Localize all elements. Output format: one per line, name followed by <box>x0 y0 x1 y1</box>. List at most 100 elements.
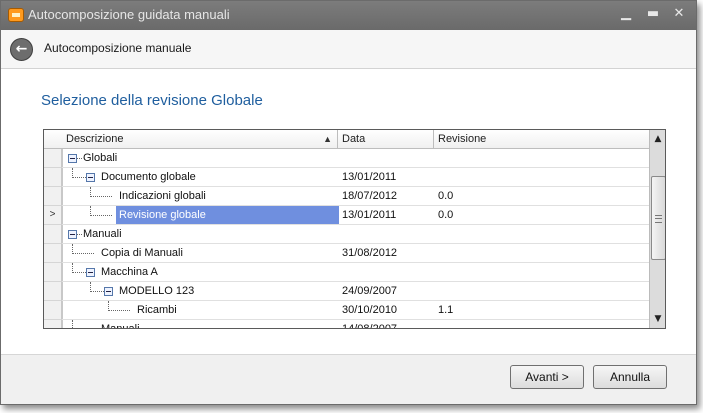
row-label: Documento globale <box>101 171 196 183</box>
revision-cell[interactable] <box>434 225 649 244</box>
description-cell[interactable]: Documento globale <box>62 168 338 187</box>
minimize-icon[interactable]: ▁ <box>615 4 637 24</box>
revision-cell[interactable] <box>434 149 649 168</box>
revision-cell[interactable] <box>434 320 649 328</box>
title-bar[interactable]: Autocomposizione guidata manuali ▁ ▬ ✕ <box>1 1 696 30</box>
description-cell[interactable]: Copia di Manuali <box>62 244 338 263</box>
tree-row[interactable]: Globali <box>44 149 649 168</box>
back-arrow-icon: ← <box>15 41 28 57</box>
date-cell[interactable]: 31/08/2012 <box>338 244 434 263</box>
revision-cell[interactable]: 0.0 <box>434 206 649 225</box>
wizard-footer: Avanti > Annulla <box>1 354 696 404</box>
revision-cell[interactable] <box>434 263 649 282</box>
row-label: Manuali <box>83 228 122 240</box>
row-indicator[interactable] <box>44 320 62 328</box>
row-indicator[interactable] <box>44 187 62 206</box>
collapse-icon[interactable] <box>68 154 77 163</box>
date-cell[interactable] <box>338 149 434 168</box>
column-header-data[interactable]: Data <box>338 130 434 149</box>
wizard-content: Selezione della revisione Globale Descri… <box>1 69 696 354</box>
description-cell[interactable]: Indicazioni globali <box>62 187 338 206</box>
row-label: Revisione globale <box>116 206 339 224</box>
row-label: Manuali <box>101 323 140 329</box>
description-cell[interactable]: Globali <box>62 149 338 168</box>
collapse-icon[interactable] <box>68 230 77 239</box>
collapse-icon[interactable] <box>86 173 95 182</box>
row-label: MODELLO 123 <box>119 285 195 297</box>
tree-row[interactable]: Ricambi 30/10/2010 1.1 <box>44 301 649 320</box>
date-cell[interactable] <box>338 225 434 244</box>
cancel-button[interactable]: Annulla <box>593 365 667 389</box>
column-header-label: Data <box>342 133 366 145</box>
revision-cell[interactable] <box>434 282 649 301</box>
page-title: Selezione della revisione Globale <box>41 92 263 109</box>
description-cell[interactable]: MODELLO 123 <box>62 282 338 301</box>
revision-cell[interactable] <box>434 168 649 187</box>
date-cell[interactable]: 30/10/2010 <box>338 301 434 320</box>
sort-ascending-icon: ▲ <box>323 134 332 144</box>
scroll-down-icon[interactable]: ▼ <box>650 311 665 327</box>
row-indicator[interactable] <box>44 301 62 320</box>
wizard-header: ← Autocomposizione manuale <box>1 30 696 69</box>
tree-connector <box>90 196 112 197</box>
date-cell[interactable] <box>338 263 434 282</box>
description-cell[interactable]: Revisione globale <box>62 206 339 225</box>
tree-connector <box>90 215 112 216</box>
row-indicator[interactable] <box>44 282 62 301</box>
tree-connector <box>72 253 94 254</box>
row-label: Macchina A <box>101 266 158 278</box>
tree-row[interactable]: Documento globale 13/01/2011 <box>44 168 649 187</box>
description-cell[interactable]: Macchina A <box>62 263 338 282</box>
row-indicator[interactable]: > <box>44 206 62 225</box>
collapse-icon[interactable] <box>86 268 95 277</box>
tree-row[interactable]: MODELLO 123 24/09/2007 <box>44 282 649 301</box>
revision-tree-grid: Descrizione ▲ Data Revisione Globali Docu… <box>43 129 666 329</box>
row-label: Indicazioni globali <box>119 190 206 202</box>
close-icon[interactable]: ✕ <box>668 4 690 24</box>
scroll-up-icon[interactable]: ▲ <box>650 131 665 147</box>
date-cell[interactable]: 18/07/2012 <box>338 187 434 206</box>
date-cell[interactable]: 13/01/2011 <box>338 168 434 187</box>
column-header-label: Revisione <box>438 133 487 145</box>
description-cell[interactable]: Manuali <box>62 225 338 244</box>
column-header-label: Descrizione <box>66 133 124 145</box>
row-indicator[interactable] <box>44 149 62 168</box>
row-indicator[interactable] <box>44 263 62 282</box>
tree-row[interactable]: > Revisione globale 13/01/2011 0.0 <box>44 206 649 225</box>
tree-row[interactable]: Manuali 14/08/2007 <box>44 320 649 329</box>
tree-row[interactable]: Macchina A <box>44 263 649 282</box>
vertical-scrollbar[interactable]: ▲ ▼ <box>649 130 665 328</box>
row-label: Globali <box>83 152 118 164</box>
row-indicator[interactable] <box>44 225 62 244</box>
column-header-descrizione[interactable]: Descrizione ▲ <box>62 130 338 149</box>
description-cell[interactable]: Ricambi <box>62 301 338 320</box>
description-cell[interactable]: Manuali <box>62 320 338 329</box>
row-label: Ricambi <box>137 304 177 316</box>
revision-cell[interactable]: 1.1 <box>434 301 649 320</box>
row-indicator[interactable] <box>44 168 62 187</box>
back-button[interactable]: ← <box>10 38 33 61</box>
header-title: Autocomposizione manuale <box>44 41 192 55</box>
tree-row[interactable]: Indicazioni globali 18/07/2012 0.0 <box>44 187 649 206</box>
column-header-revisione[interactable]: Revisione <box>434 130 649 149</box>
maximize-icon[interactable]: ▬ <box>642 4 664 24</box>
date-cell[interactable]: 13/01/2011 <box>338 206 434 225</box>
tree-row[interactable]: Copia di Manuali 31/08/2012 <box>44 244 649 263</box>
wizard-window: Autocomposizione guidata manuali ▁ ▬ ✕ ←… <box>0 0 697 405</box>
tree-row[interactable]: Manuali <box>44 225 649 244</box>
header-indicator-cell <box>44 130 63 149</box>
date-cell[interactable]: 14/08/2007 <box>338 320 434 328</box>
grip-icon <box>655 215 662 223</box>
collapse-icon[interactable] <box>104 287 113 296</box>
tree-connector <box>72 320 73 328</box>
window-title: Autocomposizione guidata manuali <box>28 7 230 22</box>
tree-connector <box>108 310 130 311</box>
next-button[interactable]: Avanti > <box>510 365 584 389</box>
row-label: Copia di Manuali <box>101 247 183 259</box>
app-icon <box>8 8 24 22</box>
revision-cell[interactable]: 0.0 <box>434 187 649 206</box>
revision-cell[interactable] <box>434 244 649 263</box>
row-indicator[interactable] <box>44 244 62 263</box>
scroll-thumb[interactable] <box>651 176 665 260</box>
date-cell[interactable]: 24/09/2007 <box>338 282 434 301</box>
